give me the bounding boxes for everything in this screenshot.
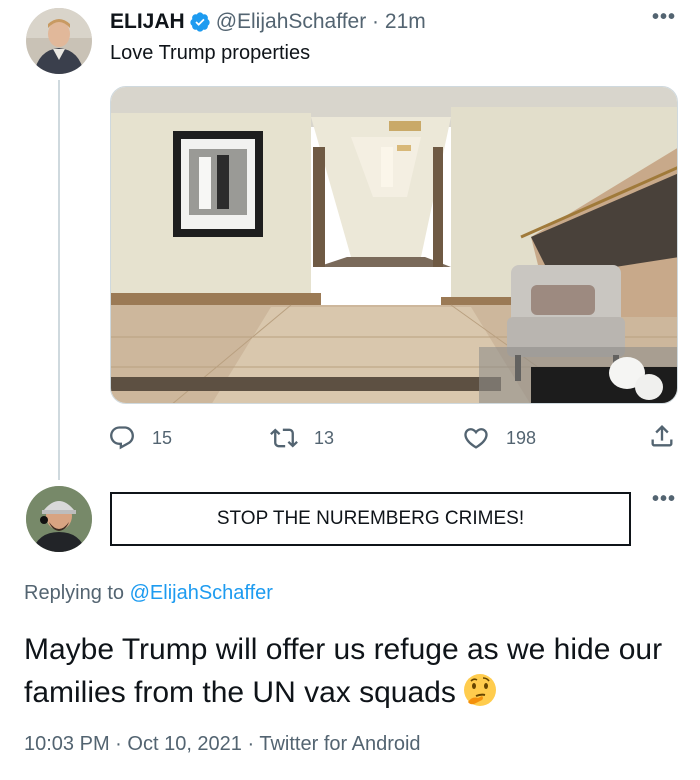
tweet-action-bar: 15 13 198: [0, 420, 700, 456]
more-options-icon[interactable]: •••: [652, 488, 676, 511]
tweet-time[interactable]: 10:03 PM: [24, 733, 110, 755]
more-options-icon[interactable]: •••: [652, 6, 676, 29]
avatar[interactable]: [26, 486, 92, 552]
separator-dot: ·: [115, 733, 122, 755]
separator-dot: ·: [247, 733, 255, 755]
tweet-time[interactable]: 21m: [385, 10, 426, 34]
tweet-text: Love Trump properties: [110, 42, 311, 64]
like-count: 198: [506, 427, 537, 448]
tweet-client[interactable]: Twitter for Android: [259, 733, 420, 755]
like-button[interactable]: 198: [462, 424, 536, 452]
retweet-button[interactable]: 13: [270, 424, 334, 452]
tweet-date[interactable]: Oct 10, 2021: [127, 733, 242, 755]
author-handle[interactable]: @ElijahSchaffer: [216, 10, 367, 34]
thinking-face-icon: [462, 672, 498, 708]
retweet-count: 13: [314, 427, 335, 448]
reply-button[interactable]: 15: [108, 424, 172, 452]
share-icon: [651, 425, 673, 447]
heart-icon: [464, 428, 488, 449]
banner-overlay: STOP THE NUREMBERG CRIMES!: [110, 492, 631, 546]
reply-tweet-text: Maybe Trump will offer us refuge as we h…: [24, 628, 684, 714]
reply-text: Maybe Trump will offer us refuge as we h…: [24, 633, 663, 709]
tweet-header: ELIJAH @ElijahSchaffer · 21m: [110, 10, 426, 34]
tweet-metadata: 10:03 PM · Oct 10, 2021 · Twitter for An…: [24, 733, 421, 756]
separator-dot: ·: [372, 10, 380, 33]
reply-icon: [110, 426, 134, 450]
reply-count: 15: [152, 427, 173, 448]
replying-to-line: Replying to @ElijahSchaffer: [24, 582, 273, 605]
verified-badge-icon: [189, 11, 211, 33]
tweet-image[interactable]: [110, 86, 678, 404]
replying-to-handle-link[interactable]: @ElijahSchaffer: [130, 582, 273, 604]
author-name[interactable]: ELIJAH: [110, 10, 185, 34]
avatar[interactable]: [26, 8, 92, 74]
retweet-icon: [270, 428, 298, 448]
share-button[interactable]: [648, 422, 692, 450]
replying-prefix: Replying to: [24, 582, 125, 604]
